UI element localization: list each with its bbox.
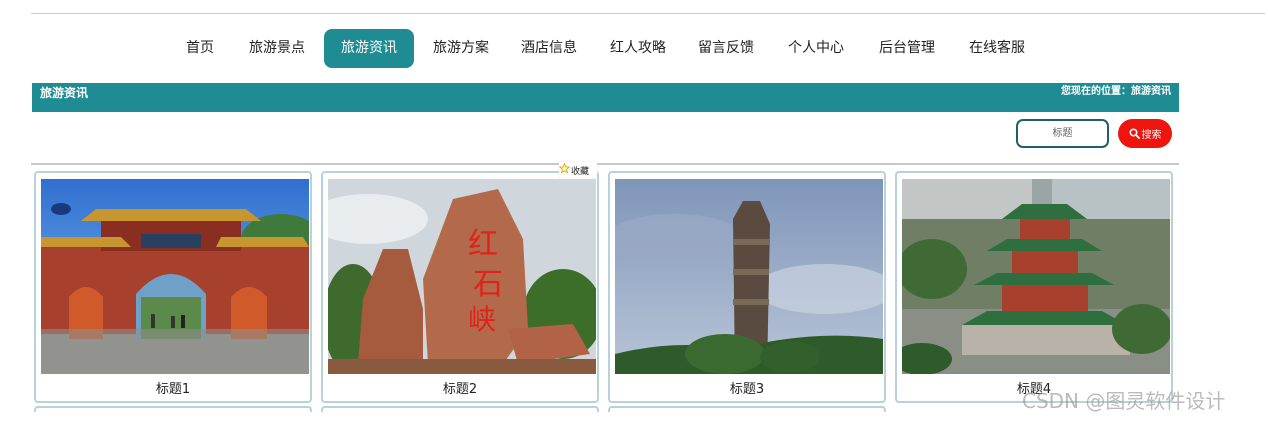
search-button[interactable]: 搜索 [1118, 119, 1172, 148]
card-image[interactable] [615, 179, 883, 374]
nav-item-home[interactable]: 首页 [183, 29, 217, 68]
favorite-label: 收藏 [571, 166, 590, 177]
svg-text:红: 红 [468, 227, 498, 262]
svg-text:石: 石 [473, 267, 503, 302]
watermark: CSDN @图灵软件设计 [1022, 389, 1226, 413]
card-title[interactable]: 标题1 [36, 378, 310, 397]
search-icon [1128, 128, 1140, 139]
nav-item-admin[interactable]: 后台管理 [876, 29, 938, 68]
nav-item-scenic-spots[interactable]: 旅游景点 [246, 29, 308, 68]
news-card[interactable]: 标题4 [895, 171, 1173, 403]
news-card[interactable]: 标题3 [608, 171, 886, 403]
card-image[interactable] [902, 179, 1170, 374]
search-input[interactable] [1016, 119, 1109, 148]
favorite-button[interactable]: 收藏 [558, 162, 597, 178]
card-image[interactable]: 红 石 峡 [328, 179, 596, 374]
card-image[interactable] [41, 179, 309, 374]
nav-item-influencer-guides[interactable]: 红人攻略 [607, 29, 669, 68]
news-card[interactable]: 红 石 峡 标题2 [321, 171, 599, 403]
card-title[interactable]: 标题2 [323, 378, 597, 397]
nav-item-online-service[interactable]: 在线客服 [966, 29, 1028, 68]
top-divider [31, 13, 1265, 14]
next-row-card-edge [608, 406, 886, 412]
nav-item-hotels[interactable]: 酒店信息 [518, 29, 580, 68]
breadcrumb: 您现在的位置：旅游资讯 [1061, 86, 1171, 97]
nav-item-feedback[interactable]: 留言反馈 [695, 29, 757, 68]
nav-item-personal-center[interactable]: 个人中心 [785, 29, 847, 68]
nav-item-travel-news[interactable]: 旅游资讯 [324, 29, 414, 68]
content-divider [31, 163, 1179, 165]
rock-pillar-photo [615, 179, 883, 374]
next-row-card-edge [321, 406, 599, 412]
svg-text:峡: 峡 [468, 303, 496, 336]
section-title: 旅游资讯 [40, 86, 89, 100]
next-row-card-edge [34, 406, 312, 412]
section-banner: 旅游资讯 您现在的位置：旅游资讯 [32, 83, 1179, 112]
red-rock-monument-photo: 红 石 峡 [328, 179, 596, 374]
nav-item-travel-plans[interactable]: 旅游方案 [430, 29, 492, 68]
pavilion-tower-photo [902, 179, 1170, 374]
news-card[interactable]: 标题1 [34, 171, 312, 403]
star-icon [558, 162, 571, 177]
main-nav: 首页 旅游景点 旅游资讯 旅游方案 酒店信息 红人攻略 留言反馈 个人中心 后台… [0, 29, 1268, 68]
card-title[interactable]: 标题3 [610, 378, 884, 397]
search-button-label: 搜索 [1141, 130, 1162, 141]
chinese-gate-photo [41, 179, 309, 374]
